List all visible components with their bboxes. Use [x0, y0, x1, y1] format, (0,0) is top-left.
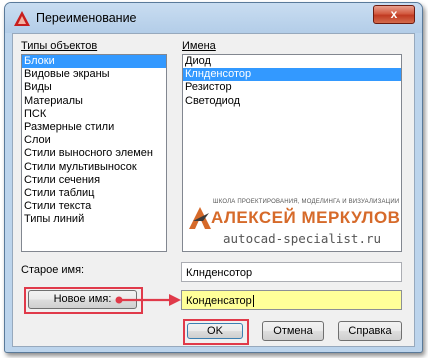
object-types-label: Типы объектов: [21, 40, 98, 52]
object-type-list-item[interactable]: Стили таблиц: [22, 187, 166, 200]
help-button-label: Справка: [348, 325, 392, 337]
annotation-arrow: [115, 294, 181, 306]
object-type-list-item[interactable]: Стили текста: [22, 200, 166, 213]
text-caret: [252, 295, 254, 307]
object-type-list-item[interactable]: Слои: [22, 134, 166, 147]
object-types-list[interactable]: Блоки Видовые экраны Виды Материалы ПСК Разме…: [21, 54, 167, 252]
new-name-value: Конденсатор: [186, 295, 252, 307]
new-name-button-label: Новое имя:: [53, 293, 112, 305]
object-type-list-item[interactable]: Видовые экраны: [22, 68, 166, 81]
object-type-list-item[interactable]: Размерные стили: [22, 121, 166, 134]
close-icon: x: [390, 7, 398, 21]
name-list-item[interactable]: Светодиод: [183, 95, 401, 108]
cancel-button-label: Отмена: [273, 325, 313, 337]
ok-button[interactable]: OK: [187, 323, 243, 339]
object-type-list-item[interactable]: ПСК: [22, 108, 166, 121]
autocad-app-icon: [14, 11, 30, 26]
object-type-list-item[interactable]: Стили выносного элемен: [22, 147, 166, 160]
close-button[interactable]: x: [373, 5, 415, 24]
object-type-list-item[interactable]: Виды: [22, 81, 166, 94]
new-name-input[interactable]: Конденсатор: [181, 290, 402, 310]
name-list-item[interactable]: Резистор: [183, 81, 401, 94]
ok-button-label: OK: [207, 325, 223, 337]
dialog-body: Типы объектов Блоки Видовые экраны Виды Мат…: [12, 33, 415, 347]
window-title: Переименование: [36, 11, 137, 25]
old-name-field: Клнденсотор: [181, 262, 402, 282]
object-type-list-item[interactable]: Стили мультивыносок: [22, 161, 166, 174]
cancel-button[interactable]: Отмена: [262, 321, 324, 341]
object-type-list-item[interactable]: Стили сечения: [22, 174, 166, 187]
title-bar[interactable]: Переименование x: [5, 3, 422, 33]
object-type-list-item[interactable]: Блоки: [22, 55, 166, 69]
names-list[interactable]: Диод Клнденсотор Резистор Светодиод: [182, 54, 402, 252]
rename-dialog: Переименование x Типы объектов Блоки Видо…: [4, 2, 423, 353]
names-label: Имена: [182, 40, 216, 52]
object-type-list-item[interactable]: Материалы: [22, 95, 166, 108]
help-button[interactable]: Справка: [338, 321, 402, 341]
name-list-item[interactable]: Клнденсотор: [183, 68, 401, 82]
old-name-label: Старое имя:: [21, 264, 85, 276]
object-type-list-item[interactable]: Типы линий: [22, 213, 166, 226]
name-list-item[interactable]: Диод: [183, 55, 401, 68]
